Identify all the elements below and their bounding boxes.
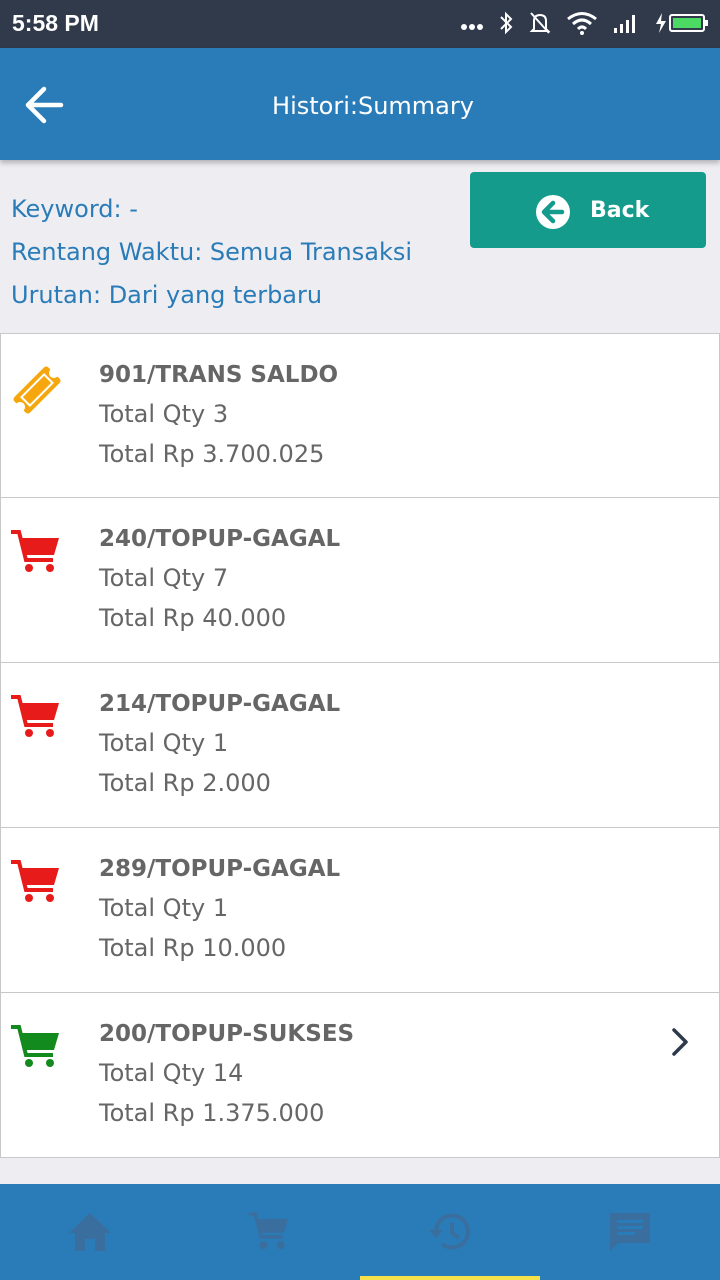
bluetooth-icon [498, 10, 514, 40]
filter-order: Urutan: Dari yang terbaru [11, 281, 323, 309]
list-item[interactable]: 901/TRANS SALDO Total Qty 3 Total Rp 3.7… [0, 333, 720, 498]
alarm-off-icon [528, 10, 552, 40]
list-item[interactable]: 240/TOPUP-GAGAL Total Qty 7 Total Rp 40.… [0, 498, 720, 663]
item-amount: Total Rp 3.700.025 [99, 440, 325, 468]
summary-list: 901/TRANS SALDO Total Qty 3 Total Rp 3.7… [0, 333, 720, 1158]
more-dots-icon [460, 16, 484, 35]
nav-history[interactable] [360, 1184, 540, 1280]
wifi-icon [566, 11, 598, 39]
item-title: 214/TOPUP-GAGAL [99, 691, 341, 717]
chevron-right-icon [669, 1027, 691, 1057]
item-qty: Total Qty 14 [99, 1059, 244, 1087]
bottom-nav [0, 1184, 720, 1280]
filter-info: Keyword: - Rentang Waktu: Semua Transaks… [11, 188, 412, 317]
filter-range: Rentang Waktu: Semua Transaksi [11, 238, 413, 266]
item-amount: Total Rp 40.000 [99, 604, 287, 632]
status-bar: 5:58 PM [0, 0, 720, 48]
item-qty: Total Qty 3 [99, 400, 229, 428]
cart-icon [9, 1021, 65, 1077]
item-amount: Total Rp 2.000 [99, 769, 271, 797]
home-icon [69, 1213, 111, 1251]
status-time: 5:58 PM [12, 10, 99, 36]
item-title: 901/TRANS SALDO [99, 362, 339, 388]
chat-icon [610, 1213, 650, 1251]
back-button-label: Back [590, 198, 650, 223]
item-qty: Total Qty 1 [99, 894, 229, 922]
cart-icon [248, 1212, 289, 1250]
nav-home[interactable] [0, 1184, 180, 1280]
battery-charging-icon [654, 12, 710, 38]
item-title: 240/TOPUP-GAGAL [99, 526, 341, 552]
item-amount: Total Rp 1.375.000 [99, 1099, 325, 1127]
cart-icon [9, 856, 65, 912]
item-title: 289/TOPUP-GAGAL [99, 856, 341, 882]
arrow-left-circle-icon [536, 195, 570, 229]
filter-keyword: Keyword: - [11, 195, 138, 223]
history-icon [429, 1213, 470, 1250]
nav-active-indicator [360, 1276, 540, 1280]
status-icons [460, 10, 710, 40]
ticket-icon [9, 362, 65, 418]
list-item[interactable]: 214/TOPUP-GAGAL Total Qty 1 Total Rp 2.0… [0, 663, 720, 828]
list-item[interactable]: 289/TOPUP-GAGAL Total Qty 1 Total Rp 10.… [0, 828, 720, 993]
nav-cart[interactable] [180, 1184, 360, 1280]
back-button[interactable]: Back [470, 172, 706, 248]
app-bar: Histori:Summary [0, 48, 720, 160]
nav-chat[interactable] [540, 1184, 720, 1280]
cart-icon [9, 526, 65, 582]
page-title: Histori:Summary [272, 92, 474, 120]
cart-icon [9, 691, 65, 747]
list-item[interactable]: 200/TOPUP-SUKSES Total Qty 14 Total Rp 1… [0, 993, 720, 1158]
item-title: 200/TOPUP-SUKSES [99, 1021, 355, 1047]
item-amount: Total Rp 10.000 [99, 934, 287, 962]
signal-icon [612, 12, 640, 38]
item-qty: Total Qty 7 [99, 564, 229, 592]
item-qty: Total Qty 1 [99, 729, 229, 757]
